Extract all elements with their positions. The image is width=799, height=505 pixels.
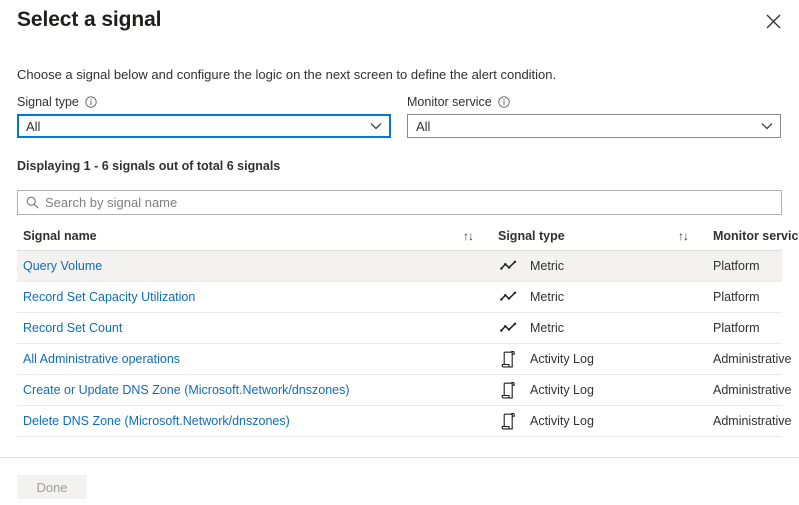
column-header-signal-name[interactable]: Signal name [17, 229, 463, 243]
monitor-service-cell: Administrative [713, 414, 799, 428]
signal-type-text: Activity Log [530, 352, 594, 366]
table-header-row: Signal name ↑↓ Signal type ↑↓ Monitor se… [17, 222, 782, 251]
signal-name-cell: Query Volume [17, 259, 463, 273]
signal-name-link[interactable]: Create or Update DNS Zone (Microsoft.Net… [23, 383, 350, 397]
results-count-text: Displaying 1 - 6 signals out of total 6 … [17, 159, 280, 173]
monitor-service-cell: Administrative [713, 383, 799, 397]
signal-name-link[interactable]: All Administrative operations [23, 352, 180, 366]
table-row[interactable]: Record Set Capacity Utilization Metri [17, 282, 782, 313]
sort-icon: ↑↓ [463, 230, 473, 242]
signal-type-value: All [26, 119, 40, 134]
column-header-signal-type[interactable]: Signal type [498, 229, 678, 243]
signal-type-cell: Metric [498, 321, 678, 335]
signal-name-cell: Record Set Capacity Utilization [17, 290, 463, 304]
info-icon[interactable] [498, 96, 510, 108]
activity-log-scroll-icon [498, 413, 518, 430]
table-row[interactable]: Query Volume Metric [17, 251, 782, 282]
search-box[interactable] [17, 190, 782, 215]
table-row[interactable]: Record Set Count Metric [17, 313, 782, 344]
signal-type-cell: Activity Log [498, 351, 678, 368]
signal-name-cell: Create or Update DNS Zone (Microsoft.Net… [17, 383, 463, 397]
filter-row: Signal type All [17, 94, 782, 138]
search-icon [26, 196, 39, 209]
signal-type-field: Signal type All [17, 94, 391, 138]
select-signal-panel: Select a signal Choose a signal below an… [0, 0, 799, 505]
page-title: Select a signal [17, 6, 161, 34]
signal-type-text: Metric [530, 259, 564, 273]
sort-icon: ↑↓ [678, 230, 688, 242]
signal-type-cell: Metric [498, 259, 678, 273]
chevron-down-icon [370, 122, 382, 130]
done-button[interactable]: Done [17, 475, 87, 499]
monitor-service-value: All [416, 119, 430, 134]
signal-name-link[interactable]: Query Volume [23, 259, 102, 273]
metric-line-chart-icon [498, 260, 518, 272]
signal-name-link[interactable]: Record Set Count [23, 321, 122, 335]
monitor-service-label: Monitor service [407, 94, 492, 110]
monitor-service-cell: Platform [713, 290, 799, 304]
monitor-service-cell: Administrative [713, 352, 799, 366]
metric-line-chart-icon [498, 291, 518, 303]
signal-type-cell: Metric [498, 290, 678, 304]
column-header-monitor-service-label: Monitor service [713, 229, 799, 243]
signal-type-select[interactable]: All [17, 114, 391, 138]
signal-type-text: Metric [530, 321, 564, 335]
close-button[interactable] [759, 7, 787, 35]
monitor-service-select[interactable]: All [407, 114, 781, 138]
metric-line-chart-icon [498, 322, 518, 334]
footer-divider [0, 457, 799, 458]
search-input[interactable] [45, 195, 773, 210]
table-row[interactable]: Create or Update DNS Zone (Microsoft.Net… [17, 375, 782, 406]
signal-type-cell: Activity Log [498, 413, 678, 430]
activity-log-scroll-icon [498, 382, 518, 399]
info-icon[interactable] [85, 96, 97, 108]
monitor-service-field: Monitor service All [407, 94, 781, 138]
sort-signal-type[interactable]: ↑↓ [678, 230, 713, 242]
chevron-down-icon [761, 122, 773, 130]
signal-type-cell: Activity Log [498, 382, 678, 399]
monitor-service-cell: Platform [713, 259, 799, 273]
signal-type-label: Signal type [17, 94, 79, 110]
signal-name-cell: All Administrative operations [17, 352, 463, 366]
monitor-service-cell: Platform [713, 321, 799, 335]
signal-name-cell: Record Set Count [17, 321, 463, 335]
panel-description: Choose a signal below and configure the … [17, 66, 556, 84]
signal-name-link[interactable]: Delete DNS Zone (Microsoft.Network/dnszo… [23, 414, 290, 428]
close-icon [766, 14, 781, 29]
column-header-monitor-service[interactable]: Monitor service ↑↓ [713, 229, 799, 243]
monitor-service-label-group: Monitor service [407, 94, 781, 110]
signal-name-cell: Delete DNS Zone (Microsoft.Network/dnszo… [17, 414, 463, 428]
signal-type-text: Activity Log [530, 383, 594, 397]
signal-type-text: Activity Log [530, 414, 594, 428]
activity-log-scroll-icon [498, 351, 518, 368]
sort-signal-name[interactable]: ↑↓ [463, 230, 498, 242]
signal-type-text: Metric [530, 290, 564, 304]
table-row[interactable]: All Administrative operations Activity L… [17, 344, 782, 375]
signal-name-link[interactable]: Record Set Capacity Utilization [23, 290, 195, 304]
signal-type-label-group: Signal type [17, 94, 391, 110]
signals-table: Signal name ↑↓ Signal type ↑↓ Monitor se… [17, 222, 782, 437]
table-row[interactable]: Delete DNS Zone (Microsoft.Network/dnszo… [17, 406, 782, 437]
